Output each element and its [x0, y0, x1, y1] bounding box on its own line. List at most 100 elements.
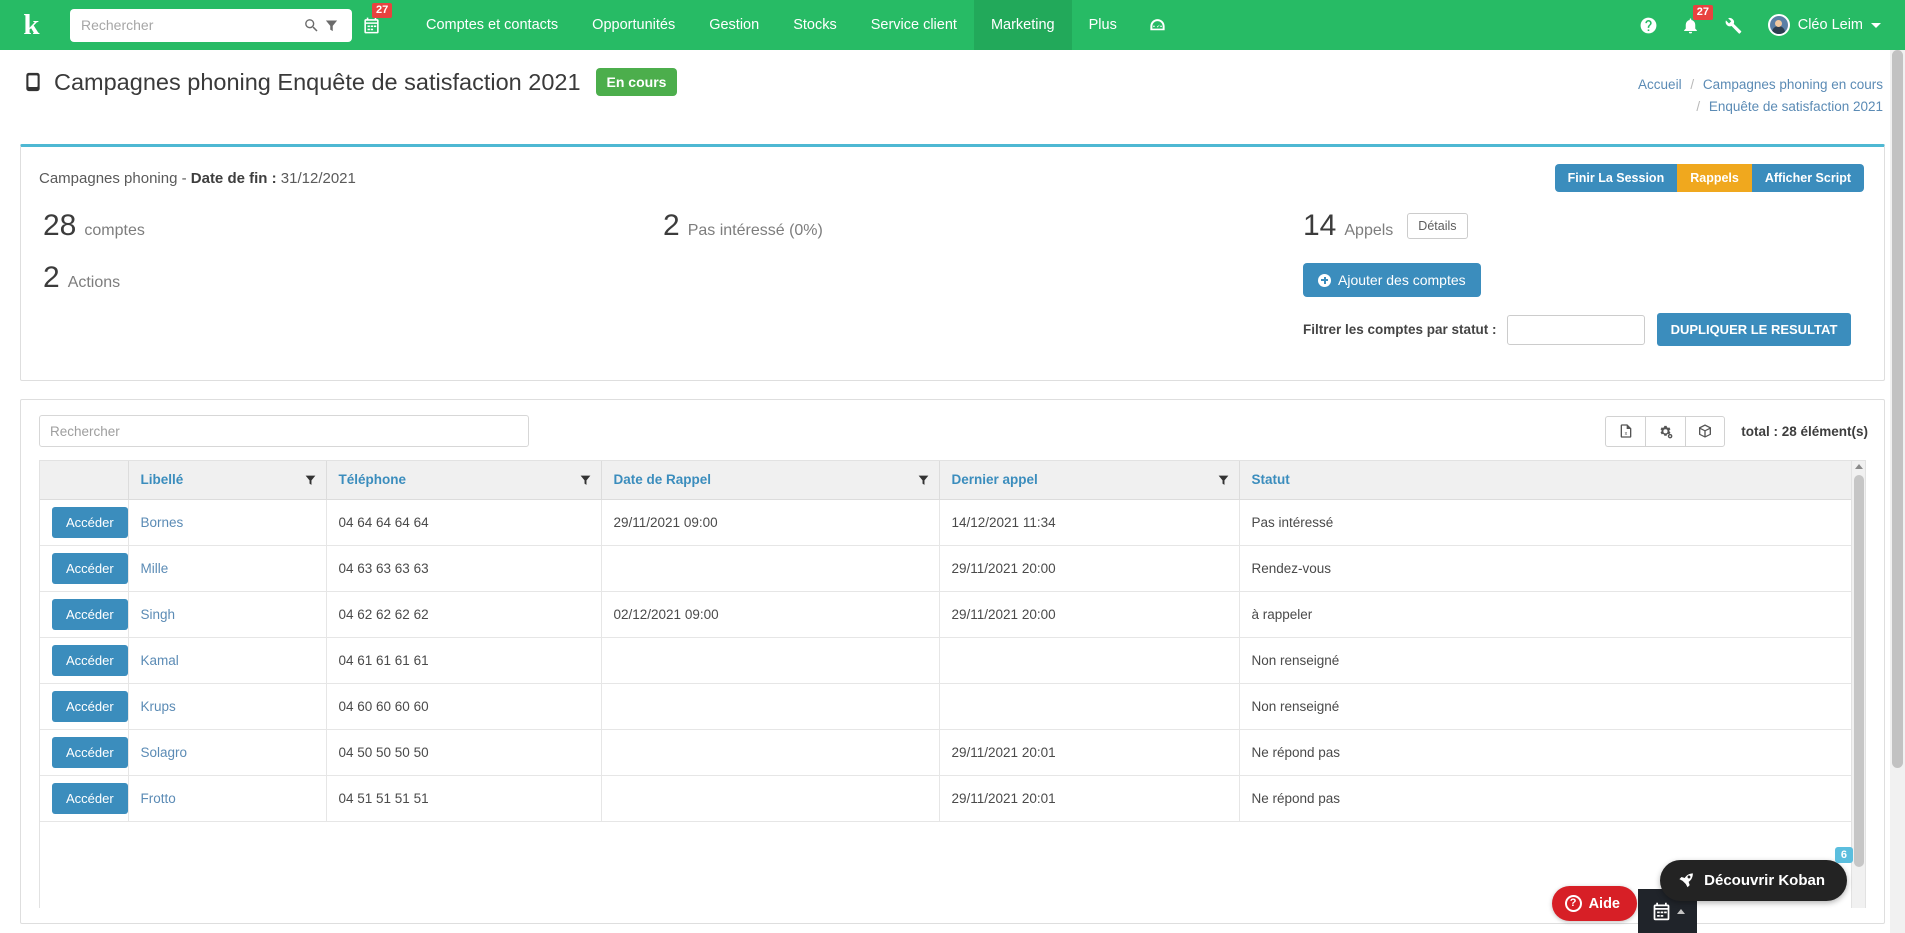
scroll-up-arrow-icon[interactable] — [1855, 464, 1863, 469]
table-row: Accéder Kamal 04 61 61 61 61 Non renseig… — [40, 637, 1865, 684]
wrench-settings-icon[interactable] — [1712, 0, 1754, 50]
cell-libelle: Bornes — [128, 499, 327, 546]
help-circle-icon[interactable] — [1628, 0, 1670, 50]
nav-item-comptes-et-contacts[interactable]: Comptes et contacts — [409, 0, 575, 50]
svg-text:x: x — [1624, 431, 1627, 437]
nav-item-service-client[interactable]: Service client — [854, 0, 974, 50]
column-header-dernier-appel[interactable]: Dernier appel — [939, 461, 1240, 500]
column-header-date-de-rappel[interactable]: Date de Rappel — [601, 461, 940, 500]
campaign-panel: Campagnes phoning - Date de fin : 31/12/… — [20, 144, 1885, 381]
user-name-label: Cléo Leim — [1797, 17, 1863, 33]
table-search-input[interactable] — [39, 415, 529, 447]
cell-date-rappel: 02/12/2021 09:00 — [601, 591, 940, 638]
help-widget-label: Aide — [1588, 895, 1620, 912]
accounts-table: Libellé Téléphone Date de Rappel Dernier… — [40, 461, 1865, 822]
access-button[interactable]: Accéder — [52, 644, 127, 676]
koban-logo[interactable]: k — [0, 0, 62, 50]
cell-libelle: Singh — [128, 591, 327, 638]
filter-icon-libelle[interactable] — [304, 473, 317, 486]
breadcrumb-separator-2: / — [1696, 99, 1701, 114]
global-search-box[interactable] — [70, 8, 352, 42]
show-script-button[interactable]: Afficher Script — [1751, 164, 1864, 192]
main-nav-items: Comptes et contacts Opportunités Gestion… — [409, 0, 1181, 50]
table-row: Accéder Mille 04 63 63 63 63 29/11/2021 … — [40, 545, 1865, 592]
page-vertical-scrollbar[interactable] — [1890, 50, 1905, 933]
filter-icon-date-de-rappel[interactable] — [917, 473, 930, 486]
cell-date-rappel — [601, 775, 940, 822]
cell-libelle: Mille — [128, 545, 327, 592]
status-filter-input[interactable] — [1506, 314, 1645, 345]
row-action-cell: Accéder — [40, 775, 129, 822]
accounts-count: 28 — [43, 209, 77, 242]
column-header-telephone[interactable]: Téléphone — [326, 461, 602, 500]
filter-icon-telephone[interactable] — [579, 473, 592, 486]
row-action-cell: Accéder — [40, 729, 129, 776]
column-label-statut: Statut — [1251, 472, 1290, 488]
cube-icon[interactable] — [1685, 415, 1726, 447]
chevron-up-icon[interactable] — [1676, 908, 1685, 914]
user-menu[interactable]: Cléo Leim — [1754, 14, 1887, 36]
table-row: Accéder Bornes 04 64 64 64 64 29/11/2021… — [40, 499, 1865, 546]
account-link[interactable]: Krups — [141, 699, 176, 714]
table-scrollbar-thumb[interactable] — [1854, 475, 1864, 867]
finish-session-button[interactable]: Finir La Session — [1554, 164, 1678, 192]
account-link[interactable]: Solagro — [141, 745, 188, 760]
search-icon[interactable] — [301, 15, 321, 35]
settings-gears-icon[interactable] — [1645, 415, 1686, 447]
discover-koban-label: Découvrir Koban — [1704, 872, 1825, 889]
access-button[interactable]: Accéder — [52, 598, 127, 630]
column-header-statut[interactable]: Statut — [1239, 461, 1865, 500]
breadcrumb-level2[interactable]: Campagnes phoning en cours — [1703, 77, 1883, 92]
cell-date-rappel — [601, 637, 940, 684]
help-widget-button[interactable]: ? Aide — [1551, 886, 1637, 921]
access-button[interactable]: Accéder — [52, 506, 127, 538]
page-scrollbar-thumb[interactable] — [1892, 50, 1903, 768]
discover-koban-button[interactable]: Découvrir Koban 6 — [1660, 847, 1853, 901]
account-link[interactable]: Bornes — [141, 515, 184, 530]
excel-export-icon[interactable]: x — [1605, 415, 1646, 447]
calendar-nav-icon[interactable]: 27 — [352, 0, 393, 50]
nav-item-stocks[interactable]: Stocks — [776, 0, 854, 50]
access-button[interactable]: Accéder — [52, 690, 127, 722]
cell-telephone: 04 60 60 60 60 — [326, 683, 602, 730]
not-interested-count: 2 — [663, 209, 680, 242]
access-button[interactable]: Accéder — [52, 736, 127, 768]
column-header-libelle[interactable]: Libellé — [128, 461, 327, 500]
access-button[interactable]: Accéder — [52, 552, 127, 584]
end-date-label: Date de fin : — [190, 169, 277, 187]
filter-icon-dernier-appel[interactable] — [1217, 473, 1230, 486]
account-link[interactable]: Frotto — [141, 791, 176, 806]
row-action-cell: Accéder — [40, 545, 129, 592]
phone-icon — [22, 72, 43, 93]
chevron-down-icon[interactable] — [1871, 22, 1881, 28]
account-link[interactable]: Kamal — [141, 653, 179, 668]
account-link[interactable]: Mille — [141, 561, 169, 576]
call-details-button[interactable]: Détails — [1407, 213, 1468, 239]
cell-date-rappel — [601, 729, 940, 776]
row-action-cell: Accéder — [40, 499, 129, 546]
nav-item-marketing[interactable]: Marketing — [973, 0, 1072, 50]
campaign-action-buttons: Finir La Session Rappels Afficher Script — [1554, 164, 1864, 192]
cell-telephone: 04 62 62 62 62 — [326, 591, 602, 638]
question-mark-icon: ? — [1564, 895, 1582, 912]
row-action-cell: Accéder — [40, 683, 129, 730]
global-search-input[interactable] — [81, 17, 301, 33]
breadcrumb-home[interactable]: Accueil — [1638, 77, 1682, 92]
nav-item-gestion[interactable]: Gestion — [692, 0, 776, 50]
add-accounts-label: Ajouter des comptes — [1338, 272, 1466, 288]
access-button[interactable]: Accéder — [52, 782, 127, 814]
cell-dernier-appel: 29/11/2021 20:01 — [939, 775, 1240, 822]
dashboard-gauge-icon[interactable] — [1134, 0, 1181, 50]
nav-item-opportunites[interactable]: Opportunités — [575, 0, 692, 50]
duplicate-result-button[interactable]: DUPLIQUER LE RESULTAT — [1656, 313, 1852, 346]
table-vertical-scrollbar[interactable] — [1851, 461, 1865, 908]
calendar-badge: 27 — [372, 3, 393, 18]
breadcrumb-level3[interactable]: Enquête de satisfaction 2021 — [1709, 99, 1883, 114]
filter-icon[interactable] — [321, 15, 341, 35]
account-link[interactable]: Singh — [141, 607, 176, 622]
add-accounts-button[interactable]: Ajouter des comptes — [1303, 263, 1481, 297]
notifications-bell-icon[interactable]: 27 — [1670, 0, 1713, 50]
nav-item-plus[interactable]: Plus — [1072, 0, 1134, 50]
reminders-button[interactable]: Rappels — [1677, 164, 1752, 192]
status-filter-label: Filtrer les comptes par statut : — [1303, 322, 1497, 337]
